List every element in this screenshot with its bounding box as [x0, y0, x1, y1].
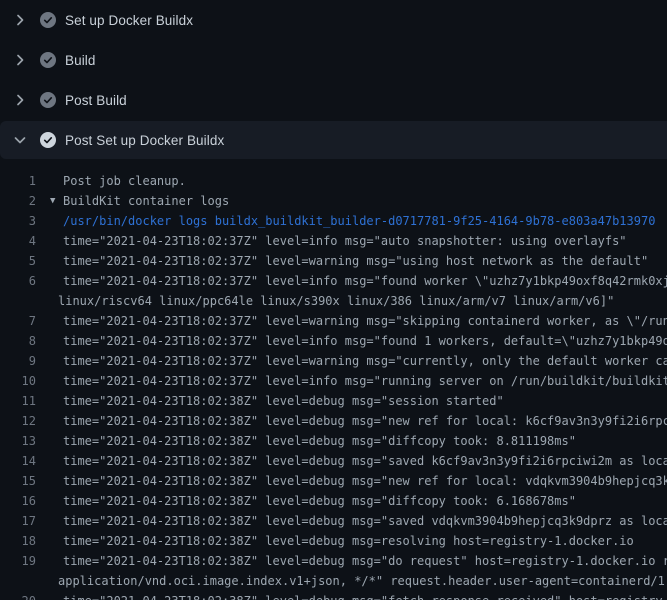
- log-line: 15 time="2021-04-23T18:02:38Z" level=debu…: [0, 471, 667, 491]
- log-line: 7 time="2021-04-23T18:02:37Z" level=warni…: [0, 311, 667, 331]
- log-line-number[interactable]: 4: [0, 234, 36, 248]
- log-line-number[interactable]: 8: [0, 334, 36, 348]
- log-group-caret-icon[interactable]: ▼: [50, 196, 59, 206]
- log-line-text: time="2021-04-23T18:02:38Z" level=debug …: [63, 534, 634, 548]
- log-line-number[interactable]: 6: [0, 274, 36, 288]
- log-line-wrap: application/vnd.oci.image.index.v1+json,…: [0, 571, 667, 591]
- log-line: 18 time="2021-04-23T18:02:38Z" level=debu…: [0, 531, 667, 551]
- log-line-text: application/vnd.oci.image.index.v1+json,…: [58, 574, 667, 588]
- log-line-text: Post job cleanup.: [63, 174, 186, 188]
- steps-list: Set up Docker Buildx Build Post Build Post …: [0, 0, 667, 159]
- log-line: 8 time="2021-04-23T18:02:37Z" level=info …: [0, 331, 667, 351]
- log-line: 17 time="2021-04-23T18:02:38Z" level=debu…: [0, 511, 667, 531]
- log-line-text: time="2021-04-23T18:02:37Z" level=info m…: [63, 274, 667, 288]
- step-label: Build: [65, 53, 96, 68]
- log-line-text: time="2021-04-23T18:02:37Z" level=warnin…: [63, 354, 667, 368]
- log-line-number[interactable]: 10: [0, 374, 36, 388]
- log-line-number[interactable]: 13: [0, 434, 36, 448]
- log-command-text: /usr/bin/docker logs buildx_buildkit_bui…: [63, 214, 655, 228]
- log-line-number[interactable]: 2: [0, 194, 36, 208]
- chevron-right-icon[interactable]: [12, 52, 28, 68]
- step-label: Post Build: [65, 93, 127, 108]
- log-line-number[interactable]: 15: [0, 474, 36, 488]
- log-line: 16 time="2021-04-23T18:02:38Z" level=debu…: [0, 491, 667, 511]
- log-line-number[interactable]: 3: [0, 214, 36, 228]
- log-line-text: time="2021-04-23T18:02:38Z" level=debug …: [63, 454, 667, 468]
- step-header-set-up-docker-buildx[interactable]: Set up Docker Buildx: [0, 0, 667, 40]
- log-line: 10 time="2021-04-23T18:02:37Z" level=info…: [0, 371, 667, 391]
- log-line: 13 time="2021-04-23T18:02:38Z" level=debu…: [0, 431, 667, 451]
- log-line: 9 time="2021-04-23T18:02:37Z" level=warni…: [0, 351, 667, 371]
- log-line-text: time="2021-04-23T18:02:38Z" level=debug …: [63, 514, 667, 528]
- step-header-build[interactable]: Build: [0, 40, 667, 80]
- log-line-text: time="2021-04-23T18:02:38Z" level=debug …: [63, 394, 504, 408]
- chevron-right-icon[interactable]: [12, 12, 28, 28]
- log-line: 14 time="2021-04-23T18:02:38Z" level=debu…: [0, 451, 667, 471]
- log-line-number[interactable]: 5: [0, 254, 36, 268]
- log-line-text: time="2021-04-23T18:02:38Z" level=debug …: [63, 494, 576, 508]
- chevron-right-icon[interactable]: [12, 92, 28, 108]
- log-line-text: time="2021-04-23T18:02:38Z" level=debug …: [63, 414, 667, 428]
- log-line-number[interactable]: 1: [0, 174, 36, 188]
- log-line-text: time="2021-04-23T18:02:37Z" level=warnin…: [63, 314, 667, 328]
- log-line-text: time="2021-04-23T18:02:38Z" level=debug …: [63, 434, 576, 448]
- log-line-number[interactable]: 17: [0, 514, 36, 528]
- step-label: Post Set up Docker Buildx: [65, 133, 224, 148]
- check-circle-icon: [40, 132, 56, 148]
- chevron-down-icon[interactable]: [12, 132, 28, 148]
- log-line-number[interactable]: 18: [0, 534, 36, 548]
- log-line-number[interactable]: 20: [0, 594, 36, 600]
- step-header-post-set-up-docker-buildx[interactable]: Post Set up Docker Buildx: [0, 121, 667, 159]
- log-line-text: linux/riscv64 linux/ppc64le linux/s390x …: [58, 294, 614, 308]
- log-line: 6 time="2021-04-23T18:02:37Z" level=info …: [0, 271, 667, 291]
- step-label: Set up Docker Buildx: [65, 13, 193, 28]
- log-line-number[interactable]: 16: [0, 494, 36, 508]
- log-line: 2 ▼ BuildKit container logs: [0, 191, 667, 211]
- log-line: 5 time="2021-04-23T18:02:37Z" level=warni…: [0, 251, 667, 271]
- log-line: 3/usr/bin/docker logs buildx_buildkit_bu…: [0, 211, 667, 231]
- log-line-text: time="2021-04-23T18:02:37Z" level=info m…: [63, 234, 627, 248]
- log-line: 20 time="2021-04-23T18:02:38Z" level=debu…: [0, 591, 667, 600]
- log-output: 1 Post job cleanup. 2 ▼ BuildKit container l…: [0, 171, 667, 600]
- actions-log-panel: Set up Docker Buildx Build Post Build Post …: [0, 0, 667, 600]
- log-line-number[interactable]: 9: [0, 354, 36, 368]
- log-line-text: time="2021-04-23T18:02:37Z" level=info m…: [63, 374, 667, 388]
- check-circle-icon: [40, 92, 56, 108]
- log-group-title[interactable]: BuildKit container logs: [63, 194, 229, 208]
- check-circle-icon: [40, 12, 56, 28]
- log-line: 1 Post job cleanup.: [0, 171, 667, 191]
- log-line-text: time="2021-04-23T18:02:38Z" level=debug …: [63, 474, 667, 488]
- log-line-number[interactable]: 11: [0, 394, 36, 408]
- log-line-wrap: linux/riscv64 linux/ppc64le linux/s390x …: [0, 291, 667, 311]
- step-header-post-build[interactable]: Post Build: [0, 80, 667, 120]
- log-line: 11 time="2021-04-23T18:02:38Z" level=debu…: [0, 391, 667, 411]
- log-line-text: time="2021-04-23T18:02:38Z" level=debug …: [63, 554, 667, 568]
- log-line-text: time="2021-04-23T18:02:37Z" level=warnin…: [63, 254, 648, 268]
- log-line-number[interactable]: 7: [0, 314, 36, 328]
- log-line-number[interactable]: 14: [0, 454, 36, 468]
- log-line: 19 time="2021-04-23T18:02:38Z" level=debu…: [0, 551, 667, 571]
- log-line-number[interactable]: 12: [0, 414, 36, 428]
- log-line-number[interactable]: 19: [0, 554, 36, 568]
- log-line: 12 time="2021-04-23T18:02:38Z" level=debu…: [0, 411, 667, 431]
- log-line-text: time="2021-04-23T18:02:38Z" level=debug …: [63, 594, 667, 600]
- check-circle-icon: [40, 52, 56, 68]
- log-line-text: time="2021-04-23T18:02:37Z" level=info m…: [63, 334, 667, 348]
- log-line: 4 time="2021-04-23T18:02:37Z" level=info …: [0, 231, 667, 251]
